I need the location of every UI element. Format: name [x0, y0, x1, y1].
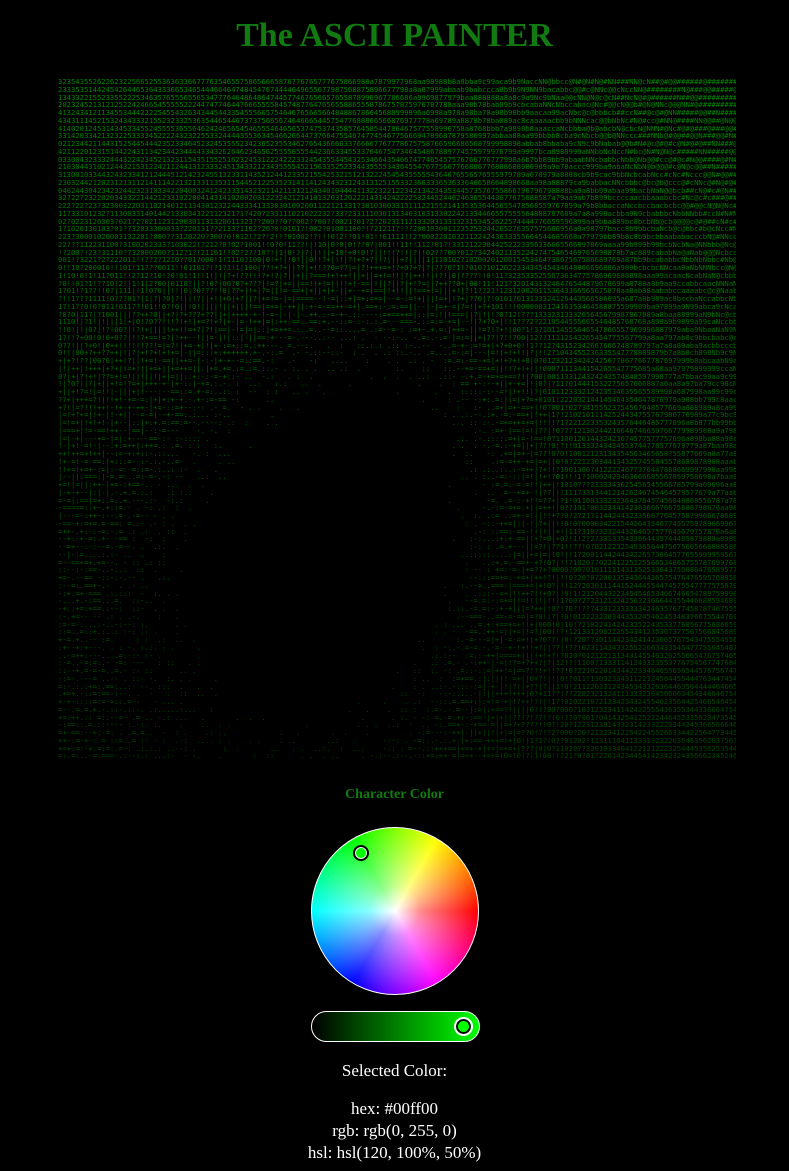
hex-value: hex: #00ff00 — [350, 1099, 439, 1118]
color-wheel[interactable] — [311, 827, 479, 995]
ascii-art-canvas[interactable]: 3235435526226232256652553636336677763546… — [58, 78, 736, 758]
hsl-value: hsl: hsl(120, 100%, 50%) — [307, 1143, 482, 1162]
selected-color-heading: Selected Color: — [341, 1061, 448, 1080]
color-wheel-handle[interactable] — [353, 845, 369, 861]
character-color-label: Character Color — [345, 787, 444, 802]
brightness-slider[interactable] — [311, 1011, 480, 1042]
brightness-slider-handle[interactable] — [454, 1017, 473, 1036]
page-title: The ASCII PAINTER — [236, 17, 553, 54]
selected-color-values: hex: #00ff00 rgb: rgb(0, 255, 0) hsl: hs… — [0, 1098, 789, 1164]
rgb-value: rgb: rgb(0, 255, 0) — [332, 1121, 457, 1140]
ascii-row: =:.=:..-=:===-.:--:.: ...:- - -. . : :: … — [58, 751, 736, 758]
